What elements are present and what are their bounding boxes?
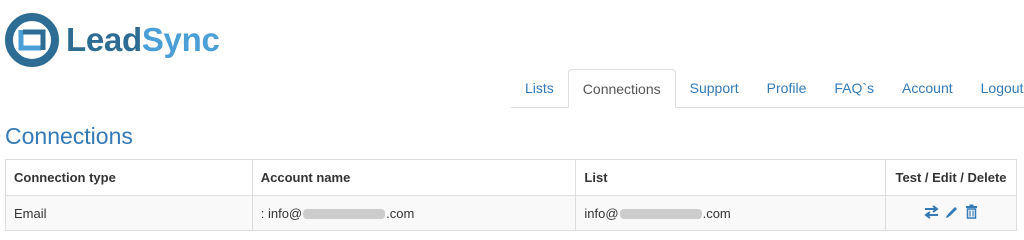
page-title: Connections — [5, 123, 133, 149]
cell-actions — [885, 195, 1017, 231]
edit-icon[interactable] — [945, 205, 959, 219]
table-row: Email : info@ .com info@ .com — [5, 195, 1017, 231]
cell-account-name: : info@ .com — [251, 195, 577, 231]
brand-name: LeadSync — [66, 21, 220, 58]
redacted-text — [303, 209, 386, 220]
header-connection-type: Connection type — [5, 159, 253, 196]
tab-account[interactable]: Account — [888, 69, 967, 107]
tab-profile[interactable]: Profile — [753, 69, 821, 107]
tab-faqs[interactable]: FAQ`s — [820, 69, 888, 107]
leadsync-logo-icon — [5, 13, 59, 67]
tab-logout[interactable]: Logout — [967, 69, 1024, 107]
tab-support[interactable]: Support — [676, 69, 753, 107]
tab-lists[interactable]: Lists — [511, 69, 568, 107]
cell-list: info@ .com — [575, 195, 887, 231]
main-nav: Lists Connections Support Profile FAQ`s … — [511, 69, 1024, 108]
header-actions: Test / Edit / Delete — [885, 159, 1017, 196]
connections-table: Connection type Account name List Test /… — [5, 159, 1017, 231]
header-account-name: Account name — [251, 159, 577, 196]
table-header-row: Connection type Account name List Test /… — [5, 159, 1017, 196]
logo: LeadSync — [4, 12, 220, 68]
header-list: List — [575, 159, 887, 196]
redacted-text — [619, 209, 702, 220]
cell-connection-type: Email — [5, 195, 253, 231]
test-connection-icon[interactable] — [924, 204, 939, 219]
tab-connections[interactable]: Connections — [567, 69, 676, 108]
delete-icon[interactable] — [965, 204, 978, 219]
